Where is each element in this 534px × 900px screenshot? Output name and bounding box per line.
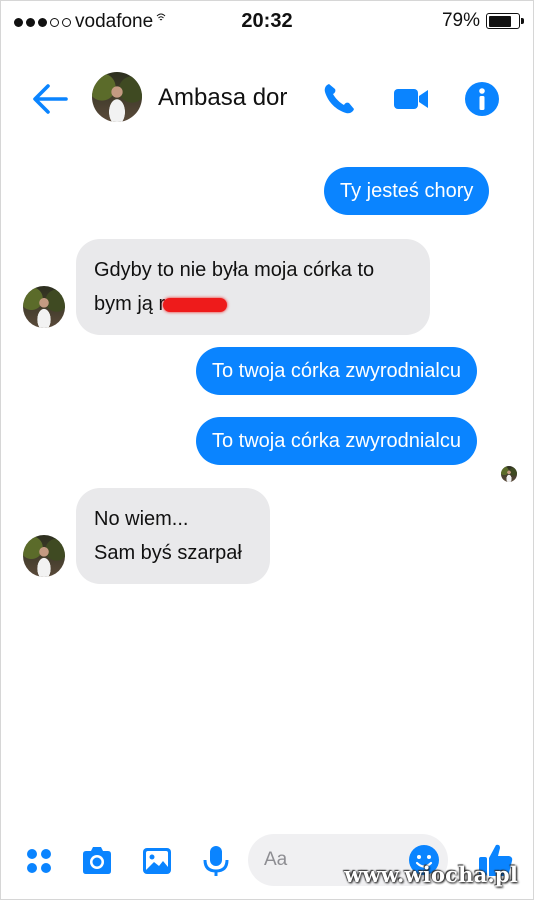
message-text: To twoja córka zwyrodnialcu <box>212 360 461 382</box>
menu-dots-icon[interactable] <box>22 844 56 878</box>
message-text: Gdyby to nie była moja córka to <box>94 259 375 281</box>
message-text: bym ją r <box>94 293 166 315</box>
battery-fill <box>488 15 512 27</box>
message-input-placeholder: Aa <box>264 849 288 870</box>
message-outgoing[interactable]: To twoja córka zwyrodnialcu <box>196 347 477 395</box>
message-text: Sam byś szarpał <box>94 542 242 564</box>
status-bar: vodafone 20:32 79% <box>0 0 534 44</box>
message-text: No wiem... <box>94 508 189 530</box>
message-incoming[interactable]: Gdyby to nie była moja córka to bym ją r <box>76 239 430 335</box>
info-icon[interactable] <box>463 80 501 118</box>
microphone-icon[interactable] <box>199 844 233 878</box>
contact-avatar[interactable] <box>92 72 142 122</box>
back-arrow-icon[interactable] <box>30 82 70 116</box>
conversation-header: Ambasa dor <box>0 56 534 142</box>
camera-icon[interactable] <box>80 844 114 878</box>
message-text-line: bym ją r <box>94 287 412 321</box>
message-outgoing[interactable]: Ty jesteś chory <box>324 167 490 215</box>
message-incoming[interactable]: No wiem... Sam byś szarpał <box>76 488 270 584</box>
message-text: Ty jesteś chory <box>340 180 474 202</box>
contact-avatar-small[interactable] <box>23 535 65 577</box>
redaction-mark <box>163 297 228 312</box>
gallery-icon[interactable] <box>140 844 174 878</box>
message-text: To twoja córka zwyrodnialcu <box>212 430 461 452</box>
battery-info: 79% <box>441 10 524 32</box>
battery-icon <box>486 13 524 29</box>
watermark: www.wiocha.pl <box>344 862 518 887</box>
battery-percentage: 79% <box>441 10 480 31</box>
video-camera-icon[interactable] <box>392 80 430 118</box>
contact-avatar-small[interactable] <box>23 286 65 328</box>
phone-icon[interactable] <box>320 80 358 118</box>
message-outgoing[interactable]: To twoja córka zwyrodnialcu <box>196 417 477 465</box>
contact-name[interactable]: Ambasa dor <box>158 84 287 112</box>
read-receipt-avatar <box>501 466 517 482</box>
